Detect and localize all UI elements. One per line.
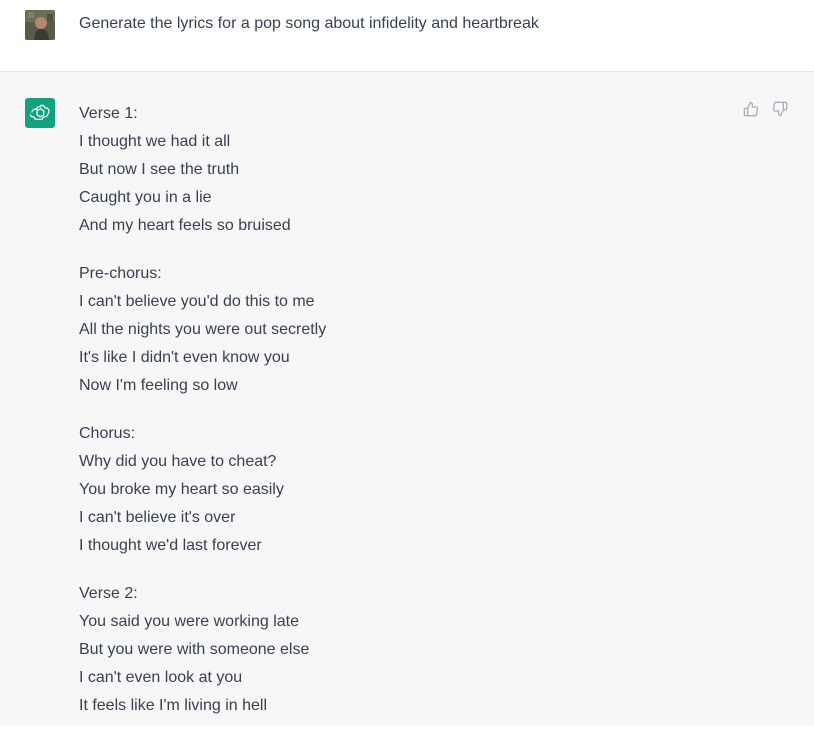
stanza-verse-2: Verse 2: You said you were working late …: [79, 580, 719, 720]
user-avatar: [25, 10, 55, 40]
lyric-line: And my heart feels so bruised: [79, 217, 291, 234]
lyric-line: Now I'm feeling so low: [79, 377, 238, 394]
lyric-line: Why did you have to cheat?: [79, 453, 277, 470]
user-message-row: Generate the lyrics for a pop song about…: [0, 0, 814, 72]
assistant-message-row: Verse 1: I thought we had it all But now…: [0, 72, 814, 726]
lyric-line: I can't believe it's over: [79, 509, 236, 526]
lyric-line: Caught you in a lie: [79, 189, 212, 206]
stanza-verse-1: Verse 1: I thought we had it all But now…: [79, 100, 719, 240]
thumbs-up-icon[interactable]: [742, 100, 760, 118]
lyric-line: I thought we'd last forever: [79, 537, 262, 554]
lyric-line: You broke my heart so easily: [79, 481, 284, 498]
lyric-line: But now I see the truth: [79, 161, 240, 178]
stanza-label: Verse 2:: [79, 585, 138, 602]
stanza-label: Pre-chorus:: [79, 265, 162, 282]
lyric-line: It feels like I'm living in hell: [79, 697, 268, 714]
stanza-pre-chorus: Pre-chorus: I can't believe you'd do thi…: [79, 260, 719, 400]
user-prompt-text: Generate the lyrics for a pop song about…: [79, 15, 539, 32]
lyric-line: I thought we had it all: [79, 133, 231, 150]
lyric-line: All the nights you were out secretly: [79, 321, 327, 338]
lyric-line: I can't believe you'd do this to me: [79, 293, 315, 310]
lyric-line: You said you were working late: [79, 613, 299, 630]
lyric-line: I can't even look at you: [79, 669, 243, 686]
lyric-line: But you were with someone else: [79, 641, 310, 658]
stanza-chorus: Chorus: Why did you have to cheat? You b…: [79, 420, 719, 560]
stanza-label: Verse 1:: [79, 105, 138, 122]
assistant-response-text: Verse 1: I thought we had it all But now…: [79, 100, 719, 740]
openai-logo-icon: [25, 98, 55, 128]
thumbs-down-icon[interactable]: [771, 100, 789, 118]
lyric-line: It's like I didn't even know you: [79, 349, 290, 366]
stanza-label: Chorus:: [79, 425, 136, 442]
